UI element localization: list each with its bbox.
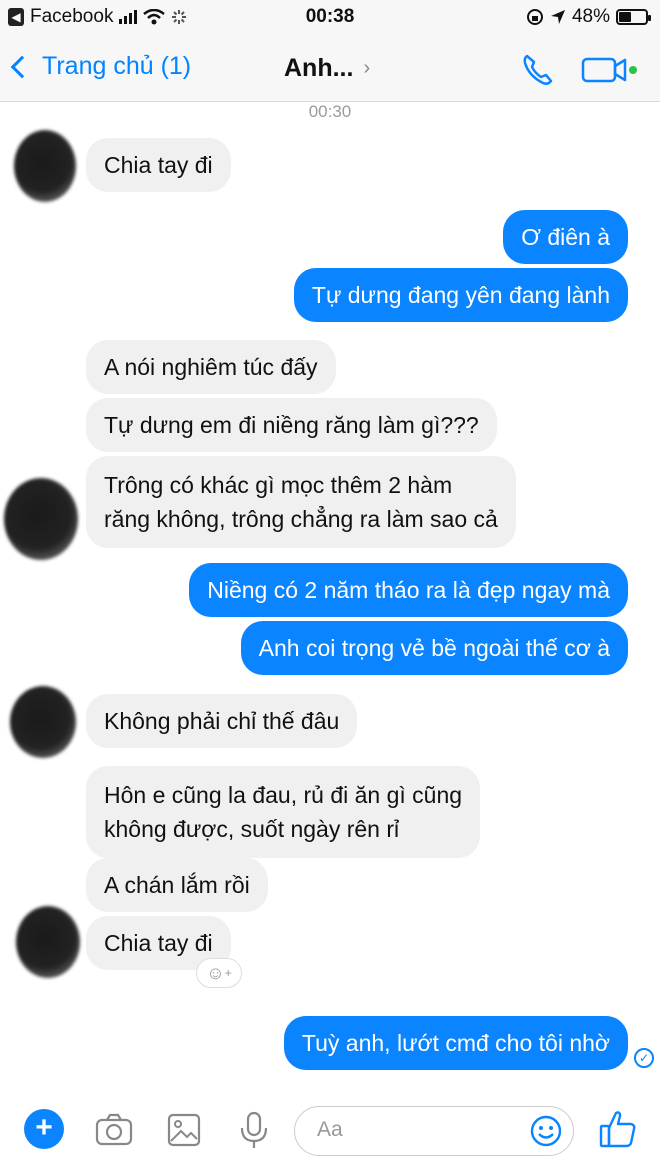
message-incoming[interactable]: A nói nghiêm túc đấy [86,340,336,394]
contact-avatar[interactable] [14,130,76,202]
message-outgoing[interactable]: Niềng có 2 năm tháo ra là đẹp ngay mà [189,563,628,617]
rotation-lock-icon [526,9,543,25]
location-icon [550,10,565,24]
plus-icon[interactable]: + [24,1109,64,1149]
back-button[interactable]: Trang chủ (1) [10,52,192,81]
message-input[interactable] [317,1118,507,1142]
message-outgoing[interactable]: Tuỳ anh, lướt cmđ cho tôi nhờ [283,1016,628,1070]
message-composer: + [0,1092,660,1173]
battery-percent: 48% [571,6,610,27]
message-input-box[interactable] [294,1106,574,1156]
message-outgoing[interactable]: Anh coi trọng vẻ bề ngoài thế cơ à [240,621,628,675]
camera-icon[interactable] [94,1110,134,1150]
seen-check-icon: ✓ [634,1048,654,1068]
message-incoming[interactable]: Không phải chỉ thế đâu [86,694,358,748]
message-line: không được, suốt ngày rên rỉ [104,816,400,842]
message-timestamp: 00:30 [308,102,352,121]
status-bar: ◀ Facebook 00:38 48% [0,0,660,34]
message-line: răng không, trông chẳng ra làm sao cả [104,506,498,532]
microphone-icon[interactable] [234,1110,274,1150]
message-incoming-multiline[interactable]: Trông có khác gì mọc thêm 2 hàm răng khô… [86,456,516,548]
contact-name[interactable]: Anh... › [284,54,370,83]
emoji-icon[interactable] [529,1114,563,1148]
status-bar-right: 48% [526,6,651,28]
contact-title: Anh... [284,54,354,82]
contact-avatar[interactable] [10,686,76,758]
video-camera-icon[interactable] [580,54,640,86]
message-line: Trông có khác gì mọc thêm 2 hàm [104,472,453,498]
message-line: Hôn e cũng la đau, rủ đi ăn gì cũng [104,782,463,808]
message-incoming[interactable]: Chia tay đi [86,138,231,192]
chevron-right-icon: › [363,57,371,79]
message-incoming[interactable]: A chán lắm rồi [86,858,268,912]
message-outgoing[interactable]: Ơ điên à [503,210,628,264]
message-incoming-multiline[interactable]: Hôn e cũng la đau, rủ đi ăn gì cũng khôn… [86,766,481,858]
image-icon[interactable] [164,1110,204,1150]
back-chevron-icon [10,55,34,78]
message-outgoing[interactable]: Tự dưng đang yên đang lành [293,268,628,322]
battery-icon [616,9,651,25]
contact-avatar[interactable] [4,478,78,560]
contact-avatar[interactable] [16,906,80,978]
thumbs-up-icon[interactable] [598,1108,638,1150]
phone-icon[interactable] [518,50,558,90]
message-incoming[interactable]: Tự dưng em đi niềng răng làm gì??? [86,398,497,452]
add-reaction-icon[interactable]: ☺ + [196,958,242,988]
back-label: Trang chủ (1) [42,52,192,80]
conversation-header: Trang chủ (1) Anh... › [0,34,660,102]
